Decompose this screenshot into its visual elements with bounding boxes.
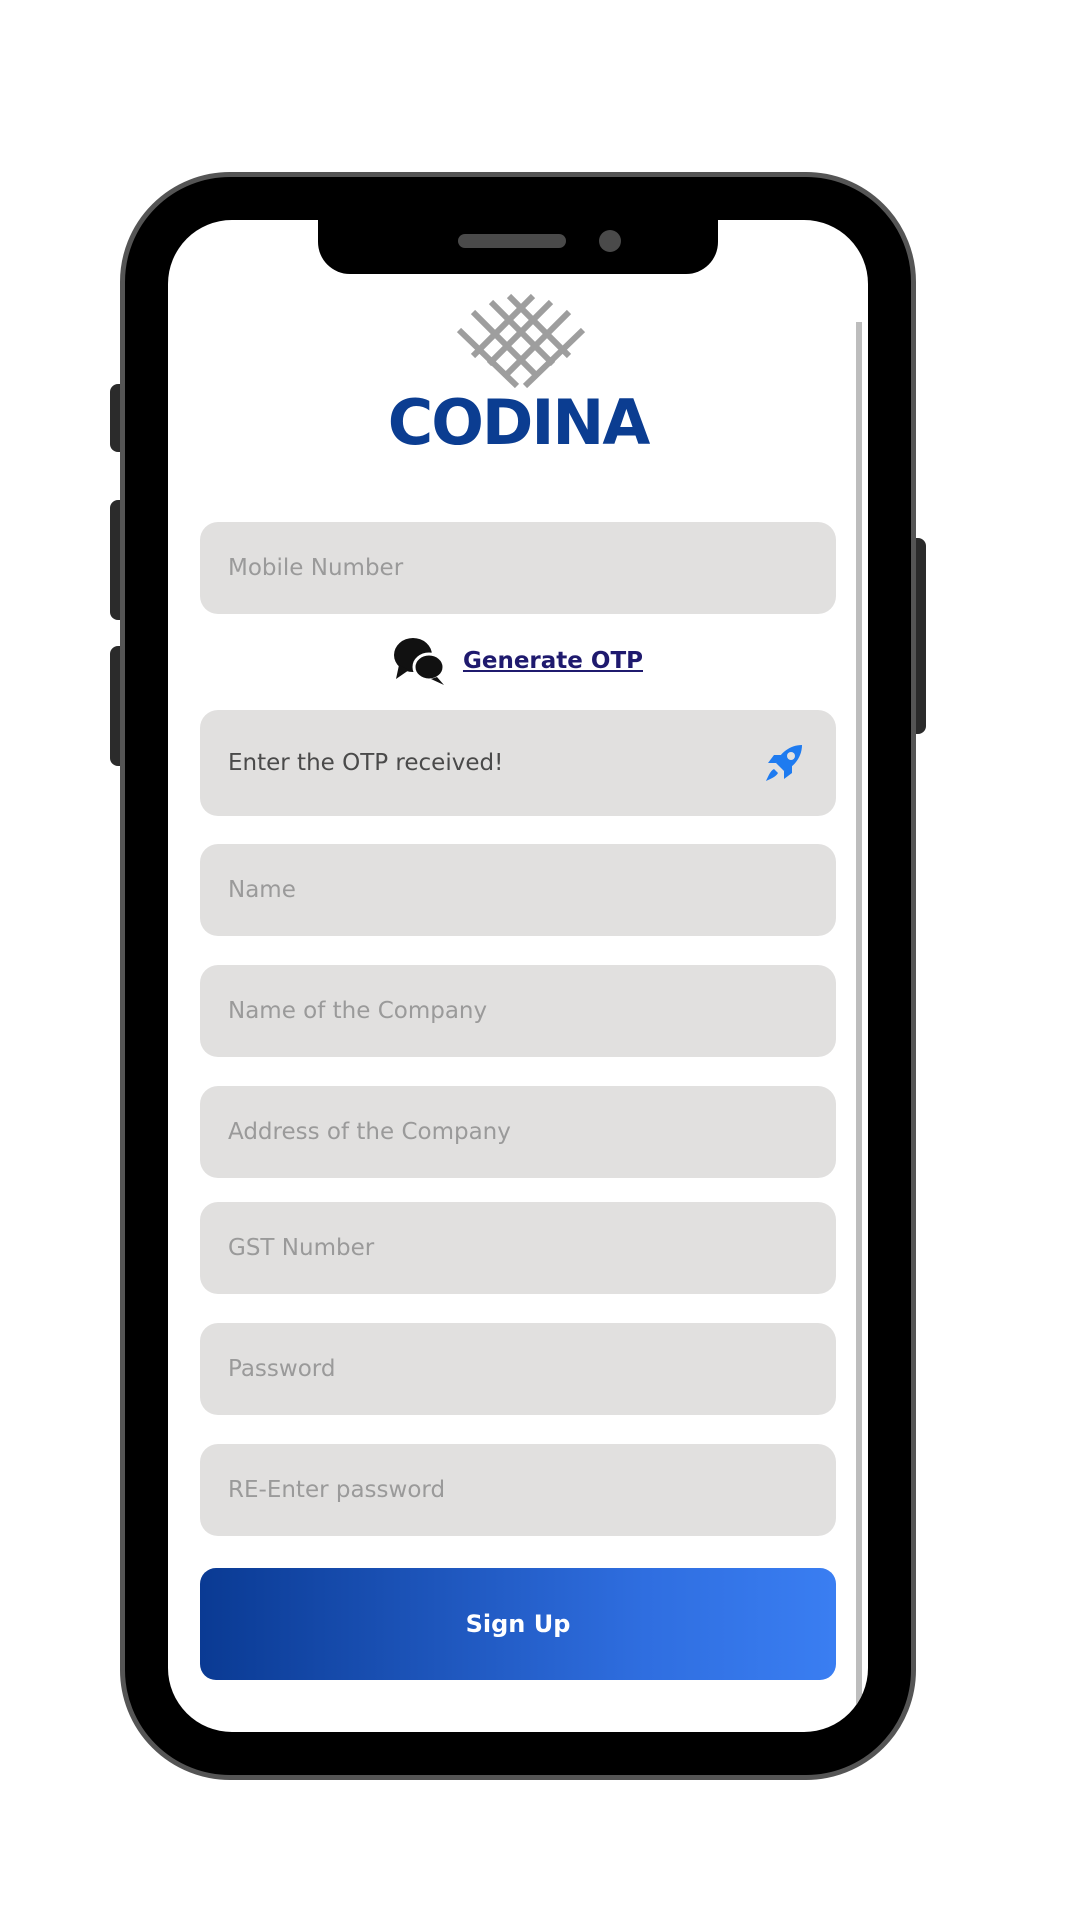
phone-notch bbox=[318, 220, 718, 274]
rocket-icon[interactable] bbox=[762, 741, 806, 785]
reenter-password-field[interactable]: RE-Enter password bbox=[200, 1444, 836, 1536]
company-name-placeholder: Name of the Company bbox=[228, 998, 488, 1024]
reenter-password-placeholder: RE-Enter password bbox=[228, 1477, 446, 1503]
speaker-grille bbox=[458, 234, 566, 248]
name-placeholder: Name bbox=[228, 877, 296, 903]
signup-button[interactable]: Sign Up bbox=[200, 1568, 836, 1680]
front-camera bbox=[599, 230, 621, 252]
company-address-field[interactable]: Address of the Company bbox=[200, 1086, 836, 1178]
scrollbar[interactable] bbox=[856, 322, 862, 1706]
gst-number-placeholder: GST Number bbox=[228, 1235, 375, 1261]
mobile-number-field[interactable]: Mobile Number bbox=[200, 522, 836, 614]
otp-field[interactable]: Enter the OTP received! bbox=[200, 710, 836, 816]
company-address-placeholder: Address of the Company bbox=[228, 1119, 511, 1145]
gst-number-field[interactable]: GST Number bbox=[200, 1202, 836, 1294]
phone-screen: CODINA Mobile Number Generate OTP Enter … bbox=[168, 220, 868, 1732]
company-name-field[interactable]: Name of the Company bbox=[200, 965, 836, 1057]
password-field[interactable]: Password bbox=[200, 1323, 836, 1415]
generate-otp-row: Generate OTP bbox=[168, 633, 868, 689]
mobile-number-placeholder: Mobile Number bbox=[228, 555, 404, 581]
woven-mesh-logo bbox=[456, 293, 586, 389]
chat-bubbles-icon bbox=[393, 638, 446, 685]
generate-otp-link[interactable]: Generate OTP bbox=[463, 648, 643, 674]
brand-logo-text: CODINA bbox=[387, 386, 651, 459]
password-placeholder: Password bbox=[228, 1356, 336, 1382]
otp-field-text: Enter the OTP received! bbox=[228, 750, 504, 776]
name-field[interactable]: Name bbox=[200, 844, 836, 936]
